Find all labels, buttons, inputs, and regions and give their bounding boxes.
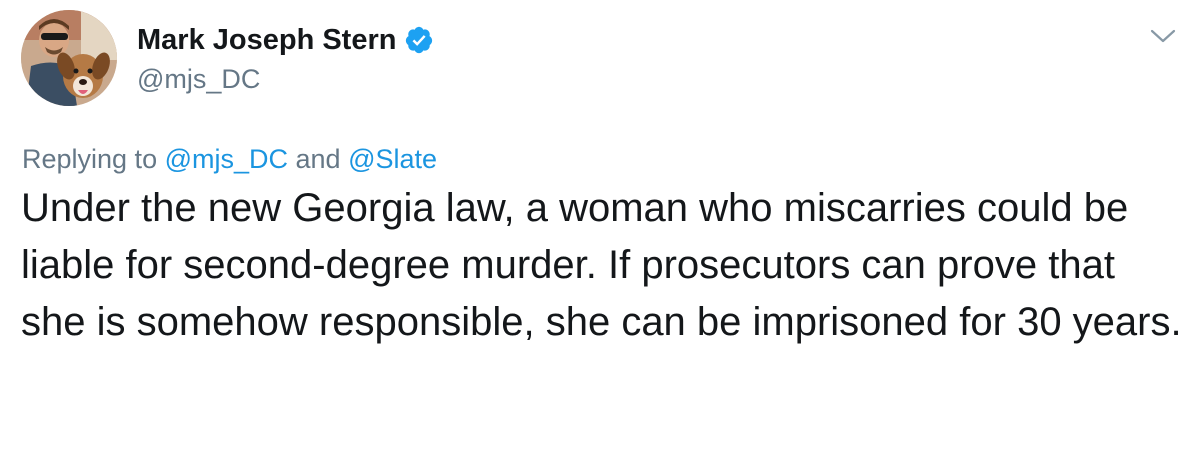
avatar[interactable] (21, 10, 117, 106)
verified-badge-icon (404, 25, 434, 55)
replying-to-joiner: and (288, 144, 349, 174)
replying-to-prefix: Replying to (22, 144, 165, 174)
author-handle[interactable]: @mjs_DC (137, 62, 260, 96)
author-name-row: Mark Joseph Stern (137, 22, 434, 58)
tweet-text: Under the new Georgia law, a woman who m… (21, 186, 1182, 344)
tweet-card: Mark Joseph Stern @mjs_DC Replying to @m… (0, 0, 1194, 454)
chevron-down-icon[interactable] (1150, 26, 1176, 46)
replying-to-line: Replying to @mjs_DC and @Slate (22, 142, 437, 176)
display-name[interactable]: Mark Joseph Stern (137, 22, 396, 58)
mention-link-slate[interactable]: @Slate (348, 144, 437, 174)
mention-link-mjs-dc[interactable]: @mjs_DC (165, 144, 288, 174)
avatar-photo-icon (21, 10, 117, 106)
